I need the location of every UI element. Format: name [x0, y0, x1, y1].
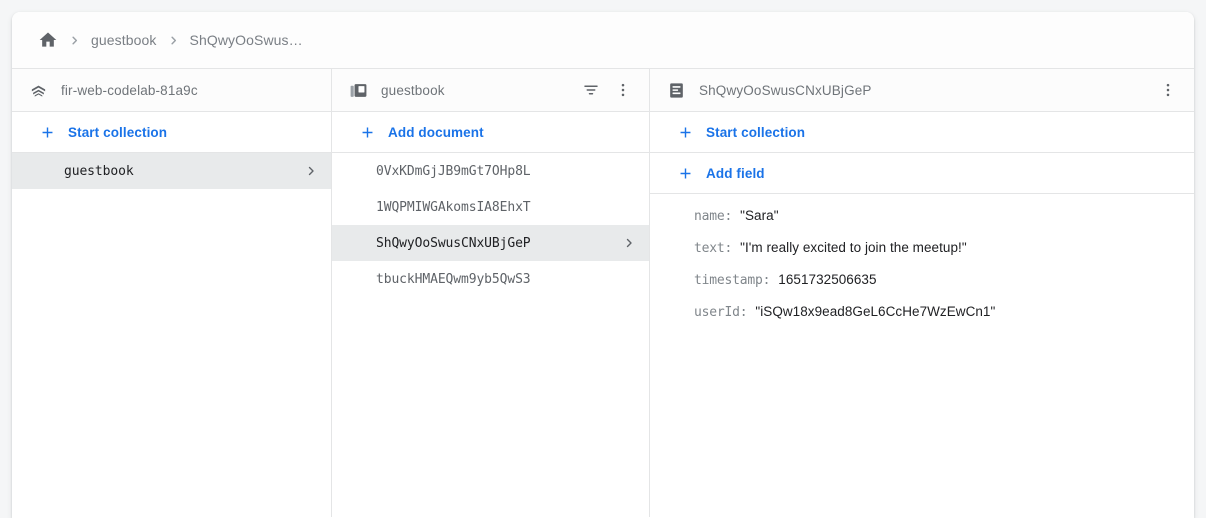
field-key: name: [694, 209, 732, 224]
field-value: "iSQw18x9ead8GeL6CcHe7WzEwCn1" [755, 304, 995, 319]
add-document-label: Add document [388, 125, 484, 140]
more-vert-icon[interactable] [1154, 76, 1182, 104]
document-list-item[interactable]: 0VxKDmGjJB9mGt7OHp8L [332, 153, 649, 189]
collection-panel: guestbook [332, 69, 650, 517]
field-key: text: [694, 241, 732, 256]
document-id: ShQwyOoSwusCNxUBjGeP [699, 83, 1154, 98]
add-field-label: Add field [706, 166, 765, 181]
start-collection-label: Start collection [706, 125, 805, 140]
field-row[interactable]: userId: "iSQw18x9ead8GeL6CcHe7WzEwCn1" [650, 304, 1194, 336]
add-document-button[interactable]: Add document [332, 112, 649, 153]
breadcrumb-item-document[interactable]: ShQwyOoSwus… [190, 32, 303, 48]
add-field-button[interactable]: Add field [650, 153, 1194, 194]
collection-name: guestbook [381, 83, 577, 98]
project-panel-header: fir-web-codelab-81a9c [12, 69, 331, 112]
breadcrumb-item-collection[interactable]: guestbook [91, 32, 157, 48]
document-fields: name: "Sara" text: "I'm really excited t… [650, 194, 1194, 336]
field-value: "Sara" [740, 208, 778, 223]
collection-icon [348, 80, 368, 100]
field-key: userId: [694, 305, 747, 320]
plus-icon [676, 123, 694, 141]
document-list-item-selected[interactable]: ShQwyOoSwusCNxUBjGeP [332, 225, 649, 261]
plus-icon [358, 123, 376, 141]
collection-header-actions [577, 76, 637, 104]
document-list-item[interactable]: 1WQPMIWGAkomsIA8EhxT [332, 189, 649, 225]
firestore-data-card: guestbook ShQwyOoSwus… fir-web-codelab-8… [12, 12, 1194, 518]
start-collection-label: Start collection [68, 125, 167, 140]
project-name: fir-web-codelab-81a9c [61, 83, 319, 98]
plus-icon [676, 164, 694, 182]
field-row[interactable]: name: "Sara" [650, 208, 1194, 240]
document-list-item-label: ShQwyOoSwusCNxUBjGeP [376, 236, 623, 251]
filter-icon[interactable] [577, 76, 605, 104]
field-value: "I'm really excited to join the meetup!" [740, 240, 967, 255]
document-icon [666, 80, 686, 100]
collection-list-item-guestbook[interactable]: guestbook [12, 153, 331, 189]
home-icon[interactable] [38, 30, 58, 50]
firebase-project-icon [28, 80, 48, 100]
more-vert-icon[interactable] [609, 76, 637, 104]
breadcrumb-separator-2 [168, 35, 179, 46]
chevron-right-icon [623, 237, 635, 249]
document-list-item-label: tbuckHMAEQwm9yb5QwS3 [376, 272, 635, 287]
document-panel: ShQwyOoSwusCNxUBjGeP Start collection [650, 69, 1194, 517]
document-panel-header: ShQwyOoSwusCNxUBjGeP [650, 69, 1194, 112]
field-row[interactable]: timestamp: 1651732506635 [650, 272, 1194, 304]
document-header-actions [1154, 76, 1182, 104]
start-collection-button[interactable]: Start collection [650, 112, 1194, 153]
collection-list-item-label: guestbook [64, 164, 305, 179]
panel-columns: fir-web-codelab-81a9c Start collection g… [12, 69, 1194, 517]
breadcrumb: guestbook ShQwyOoSwus… [12, 12, 1194, 69]
plus-icon [38, 123, 56, 141]
field-value: 1651732506635 [778, 272, 876, 287]
start-collection-button[interactable]: Start collection [12, 112, 331, 153]
document-list-item[interactable]: tbuckHMAEQwm9yb5QwS3 [332, 261, 649, 297]
field-key: timestamp: [694, 273, 770, 288]
document-list-item-label: 0VxKDmGjJB9mGt7OHp8L [376, 164, 635, 179]
collection-panel-header: guestbook [332, 69, 649, 112]
field-row[interactable]: text: "I'm really excited to join the me… [650, 240, 1194, 272]
project-panel: fir-web-codelab-81a9c Start collection g… [12, 69, 332, 517]
chevron-right-icon [305, 165, 317, 177]
document-list-item-label: 1WQPMIWGAkomsIA8EhxT [376, 200, 635, 215]
breadcrumb-separator-1 [69, 35, 80, 46]
